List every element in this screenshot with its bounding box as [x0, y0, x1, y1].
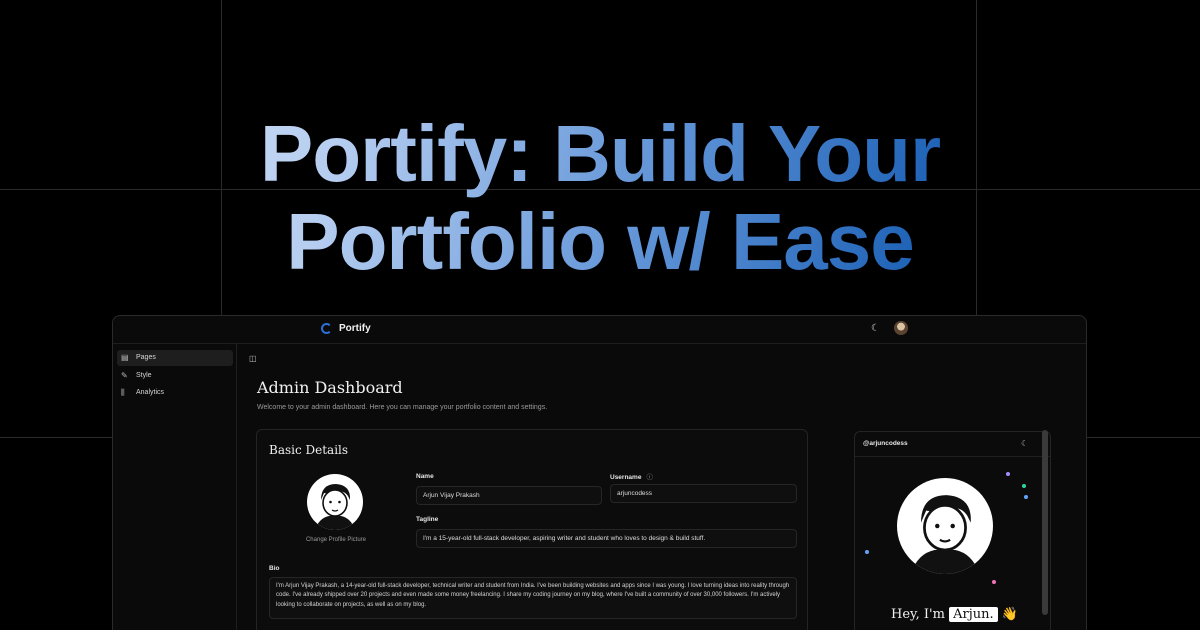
decor-dot	[865, 550, 869, 554]
portify-logo-icon[interactable]	[321, 323, 332, 334]
hero-line-1: Portify: Build Your	[259, 109, 941, 198]
page-title: Admin Dashboard	[257, 378, 403, 397]
bio-label: Bio	[269, 565, 280, 572]
hero-line-2: Portfolio w/ Ease	[286, 197, 914, 286]
bio-textarea[interactable]: I'm Arjun Vijay Prakash, a 14-year-old f…	[269, 577, 797, 619]
name-label: Name	[416, 473, 434, 480]
main-content: ◫ Admin Dashboard Welcome to your admin …	[237, 344, 1086, 630]
tagline-label: Tagline	[416, 516, 439, 523]
tagline-field-value: I'm a 15-year-old full-stack developer, …	[423, 535, 706, 542]
tagline-field[interactable]: I'm a 15-year-old full-stack developer, …	[416, 529, 797, 548]
sidebar-item-label: Analytics	[136, 389, 165, 396]
moon-icon[interactable]: ☾	[1021, 439, 1028, 448]
preview-header: @arjuncodess ☾	[855, 432, 1050, 457]
card-title: Basic Details	[269, 443, 349, 457]
page-subtitle: Welcome to your admin dashboard. Here yo…	[257, 404, 548, 411]
greeting-name: Arjun.	[949, 607, 998, 622]
sidebar-item-pages[interactable]: ▤ Pages	[117, 350, 233, 366]
username-label: Username ⓘ	[610, 471, 653, 481]
decor-dot	[1006, 472, 1010, 476]
hero-headline: Portify: Build Your Portfolio w/ Ease	[0, 110, 1200, 286]
sidebar-item-label: Pages	[136, 354, 156, 361]
user-avatar[interactable]	[894, 321, 908, 335]
preview-handle: @arjuncodess	[863, 440, 908, 447]
bar-chart-icon: ⫼	[121, 388, 125, 397]
file-icon: ▤	[121, 353, 129, 362]
username-label-text: Username	[610, 474, 642, 481]
moon-icon[interactable]: ☾	[871, 323, 880, 334]
decor-dot	[992, 580, 996, 584]
sidebar-item-style[interactable]: ✎ Style	[117, 368, 233, 384]
profile-picture[interactable]	[307, 474, 363, 530]
portfolio-preview: @arjuncodess ☾ Hey, I'm Arjun. 👋	[854, 431, 1051, 630]
sidebar-item-label: Style	[136, 372, 152, 379]
top-bar: Portify ☾	[113, 316, 1086, 344]
app-window: Portify ☾ ▤ Pages ✎ Style ⫼ Analytics ◫ …	[112, 315, 1087, 630]
wave-emoji: 👋	[1001, 607, 1018, 622]
sidebar-item-analytics[interactable]: ⫼ Analytics	[117, 385, 233, 401]
greeting-text: Hey, I'm	[891, 607, 945, 622]
sidebar: ▤ Pages ✎ Style ⫼ Analytics	[113, 344, 237, 630]
preview-scrollbar[interactable]	[1042, 430, 1048, 615]
name-field[interactable]: Arjun Vijay Prakash	[416, 486, 602, 505]
name-field-value: Arjun Vijay Prakash	[423, 492, 480, 499]
decor-dot	[1024, 495, 1028, 499]
preview-greeting: Hey, I'm Arjun. 👋	[891, 607, 1018, 622]
change-profile-picture-link[interactable]: Change Profile Picture	[291, 537, 381, 543]
basic-details-card: Basic Details Change Profile Picture Nam…	[256, 429, 808, 630]
info-icon[interactable]: ⓘ	[646, 474, 653, 481]
username-field[interactable]: arjuncodess	[610, 484, 797, 503]
username-field-value: arjuncodess	[617, 490, 653, 497]
decor-dot	[1022, 484, 1026, 488]
palette-icon: ✎	[121, 371, 128, 380]
bio-textarea-value: I'm Arjun Vijay Prakash, a 14-year-old f…	[276, 583, 790, 608]
sidebar-toggle-icon[interactable]: ◫	[249, 354, 257, 363]
brand-name[interactable]: Portify	[339, 323, 371, 334]
preview-avatar	[897, 478, 993, 574]
